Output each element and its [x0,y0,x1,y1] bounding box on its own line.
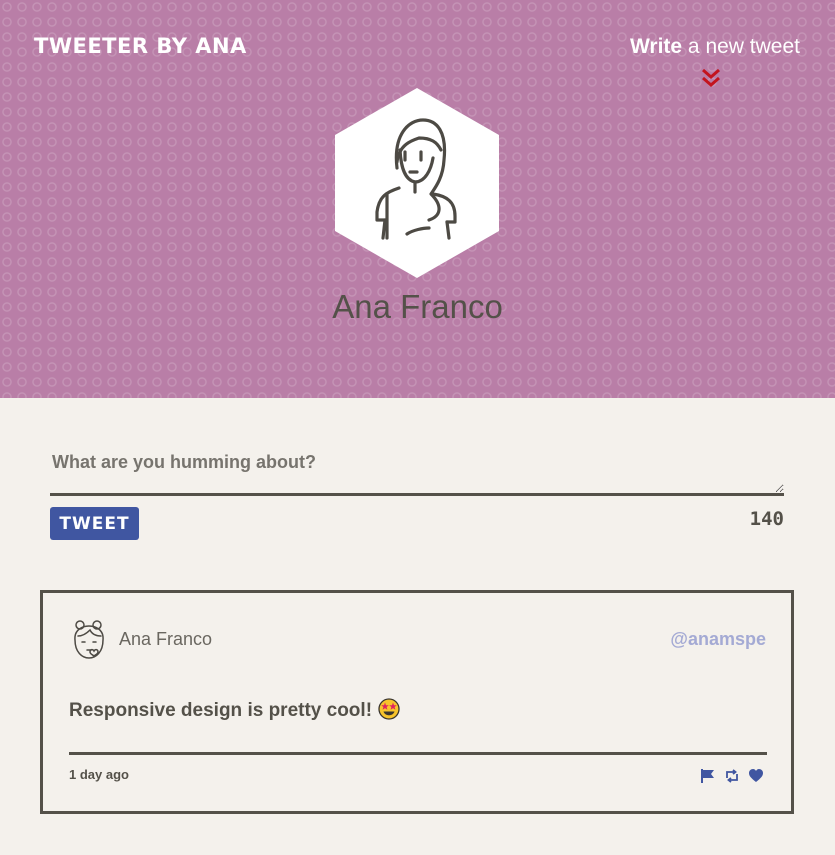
character-counter: 140 [749,508,784,530]
tweet-divider [69,752,767,755]
double-chevron-down-icon[interactable] [701,67,721,89]
profile-avatar [335,88,499,278]
new-tweet-form [50,440,784,500]
woman-avatar-icon [375,118,457,240]
tweet-textarea[interactable] [50,440,784,496]
tweet-author-handle[interactable]: @anamspe [670,629,766,650]
tweet-submit-button[interactable]: TWEET [50,507,139,540]
write-new-tweet-link[interactable]: Write a new tweet [630,35,800,59]
tweet-author-name: Ana Franco [119,629,213,649]
flag-icon[interactable] [700,768,716,784]
profile-header: TWEETER BY ANA Write a new tweet Ana Fra… [0,0,835,398]
girl-avatar-icon [74,620,104,659]
profile-name: Ana Franco [332,288,503,325]
compose-link-rest: a new tweet [682,35,800,58]
retweet-icon[interactable] [724,768,740,784]
compose-link-bold: Write [629,35,683,58]
star-struck-emoji [378,698,400,720]
heart-icon[interactable] [748,768,764,784]
tweet-card: Ana Franco @anamspe Responsive design is… [40,590,794,814]
tweet-text-content: Responsive design is pretty cool! [69,700,373,721]
tweet-actions [700,768,764,784]
tweet-text: Responsive design is pretty cool! [69,698,400,722]
tweet-timestamp: 1 day ago [69,767,129,782]
brand-logo[interactable]: TWEETER BY ANA [34,34,247,58]
